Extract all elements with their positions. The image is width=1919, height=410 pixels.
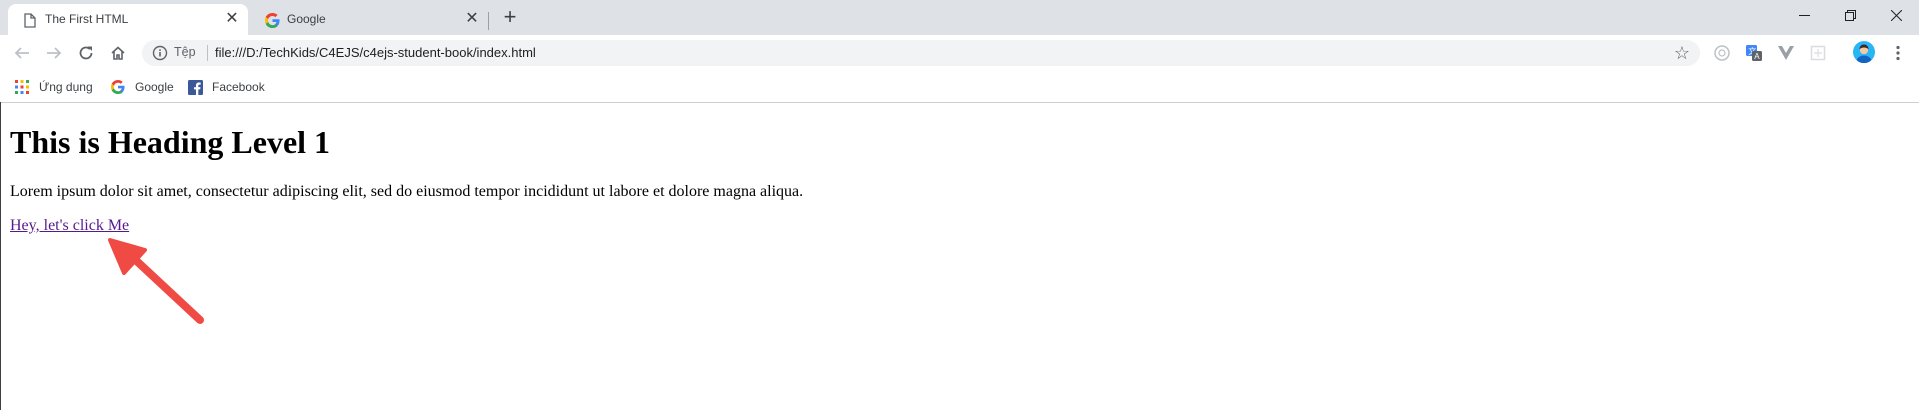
address-bar[interactable]: Tệp file:///D:/TechKids/C4EJS/c4ejs-stud…	[142, 40, 1700, 66]
site-chip[interactable]: Tệp	[174, 45, 196, 59]
home-button[interactable]	[105, 40, 131, 66]
bookmark-label: Google	[135, 80, 174, 94]
page-paragraph: Lorem ipsum dolor sit amet, consectetur …	[10, 183, 804, 200]
reload-icon	[79, 46, 93, 60]
page-content: This is Heading Level 1 Lorem ipsum dolo…	[0, 103, 1919, 410]
bookmarks-bar: Ứng dụng Google Facebook	[0, 71, 1919, 103]
bookmark-facebook[interactable]: Facebook	[187, 77, 265, 97]
star-icon[interactable]: ☆	[1674, 43, 1690, 64]
facebook-icon	[187, 79, 203, 95]
close-icon[interactable]: ✕	[224, 11, 240, 27]
info-icon[interactable]	[152, 45, 168, 61]
extension-square-icon[interactable]	[1808, 43, 1828, 63]
minimize-icon	[1798, 14, 1810, 16]
avatar[interactable]	[1853, 41, 1875, 63]
browser-toolbar: Tệp file:///D:/TechKids/C4EJS/c4ejs-stud…	[0, 35, 1919, 71]
forward-arrow-icon	[47, 47, 62, 59]
tab-strip: The First HTML ✕ Google ✕ +	[0, 0, 1919, 35]
click-me-link[interactable]: Hey, let's click Me	[10, 216, 129, 236]
bookmark-label: Facebook	[212, 80, 265, 94]
tab-title: Google	[287, 12, 326, 26]
apps-grid-icon	[14, 79, 30, 95]
page-heading: This is Heading Level 1	[10, 124, 331, 160]
minimize-button[interactable]	[1781, 0, 1827, 30]
new-tab-button[interactable]: +	[496, 6, 524, 30]
bookmark-apps[interactable]: Ứng dụng	[14, 77, 93, 97]
back-arrow-icon	[14, 47, 29, 59]
reload-button[interactable]	[73, 40, 99, 66]
tab-title: The First HTML	[45, 12, 129, 26]
document-icon	[22, 12, 38, 28]
url-text[interactable]: file:///D:/TechKids/C4EJS/c4ejs-student-…	[215, 45, 536, 60]
tab-the-first-html[interactable]: The First HTML ✕	[8, 4, 248, 35]
forward-button[interactable]	[41, 40, 67, 66]
svg-text:A: A	[1754, 52, 1760, 61]
back-button[interactable]	[9, 40, 35, 66]
window-close-button[interactable]	[1873, 0, 1919, 30]
tab-separator	[488, 12, 489, 30]
close-icon[interactable]: ✕	[464, 11, 480, 27]
translate-icon[interactable]: 文A	[1744, 43, 1764, 63]
home-icon	[111, 46, 125, 60]
google-icon	[264, 12, 280, 28]
google-icon	[110, 79, 126, 95]
restore-icon	[1844, 9, 1856, 21]
extension-circle-icon[interactable]	[1712, 43, 1732, 63]
bookmark-google[interactable]: Google	[110, 77, 174, 97]
menu-kebab-icon[interactable]	[1888, 43, 1908, 63]
close-icon	[1890, 9, 1902, 21]
omnibox-divider	[207, 45, 208, 61]
restore-button[interactable]	[1827, 0, 1873, 30]
vue-devtools-icon[interactable]	[1776, 43, 1796, 63]
tab-google[interactable]: Google ✕	[250, 4, 488, 35]
bookmark-label: Ứng dụng	[39, 80, 93, 94]
window-left-border	[0, 102, 1, 410]
